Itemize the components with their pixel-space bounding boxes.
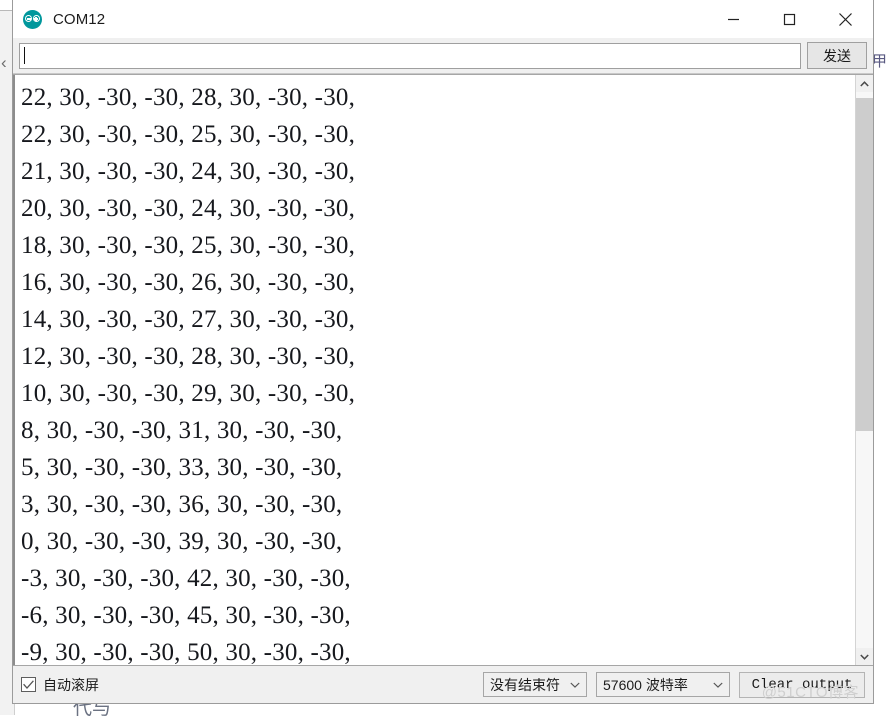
output-line: 14, 30, -30, -30, 27, 30, -30, -30, [21, 301, 855, 338]
baud-rate-select[interactable]: 57600 波特率 [596, 672, 730, 697]
bottom-toolbar: 自动滚屏 没有结束符 57600 波特率 [13, 666, 873, 703]
clear-output-button[interactable]: Clear output [739, 672, 865, 698]
output-line: 20, 30, -30, -30, 24, 30, -30, -30, [21, 190, 855, 227]
output-line: 12, 30, -30, -30, 28, 30, -30, -30, [21, 338, 855, 375]
scroll-up-button[interactable] [856, 75, 873, 92]
autoscroll-checkbox-box[interactable] [21, 677, 36, 692]
line-ending-value: 没有结束符 [490, 675, 560, 695]
output-area: 22, 30, -30, -30, 28, 30, -30, -30,22, 3… [13, 74, 873, 666]
chevron-down-icon [860, 654, 869, 660]
baud-rate-value: 57600 波特率 [603, 675, 688, 695]
output-line: 3, 30, -30, -30, 36, 30, -30, -30, [21, 486, 855, 523]
serial-output-text[interactable]: 22, 30, -30, -30, 28, 30, -30, -30,22, 3… [13, 75, 855, 665]
command-input[interactable] [19, 43, 801, 69]
output-line: 0, 30, -30, -30, 39, 30, -30, -30, [21, 523, 855, 560]
serial-monitor-window: COM12 [12, 0, 874, 704]
background-left-chevron-icon: ‹ [1, 54, 7, 71]
output-line: 8, 30, -30, -30, 31, 30, -30, -30, [21, 412, 855, 449]
output-line: -6, 30, -30, -30, 45, 30, -30, -30, [21, 597, 855, 634]
output-line: 22, 30, -30, -30, 28, 30, -30, -30, [21, 79, 855, 116]
output-line: -3, 30, -30, -30, 42, 30, -30, -30, [21, 560, 855, 597]
window-controls [705, 0, 873, 38]
line-ending-select[interactable]: 没有结束符 [483, 672, 587, 697]
output-line: -9, 30, -30, -30, 50, 30, -30, -30, [21, 634, 855, 665]
maximize-button[interactable] [761, 0, 817, 38]
output-line: 10, 30, -30, -30, 29, 30, -30, -30, [21, 375, 855, 412]
scrollbar-thumb[interactable] [856, 98, 873, 432]
minimize-button[interactable] [705, 0, 761, 38]
window-titlebar: COM12 [13, 0, 873, 38]
scrollbar-track[interactable] [856, 92, 873, 648]
maximize-icon [783, 13, 796, 26]
send-button[interactable]: 发送 [807, 42, 867, 69]
chevron-up-icon [860, 81, 869, 87]
autoscroll-checkbox[interactable]: 自动滚屏 [21, 675, 99, 695]
send-row: 发送 [13, 38, 873, 74]
output-line: 21, 30, -30, -30, 24, 30, -30, -30, [21, 153, 855, 190]
desktop-background: ‹ 甲 代与 COM12 [0, 0, 886, 715]
scroll-down-button[interactable] [856, 648, 873, 665]
output-line: 16, 30, -30, -30, 26, 30, -30, -30, [21, 264, 855, 301]
output-line: 5, 30, -30, -30, 33, 30, -30, -30, [21, 449, 855, 486]
arduino-logo-icon [23, 10, 42, 29]
chevron-down-icon [713, 679, 723, 691]
minimize-icon [727, 13, 740, 26]
output-scrollbar[interactable] [855, 75, 873, 665]
bottom-toolbar-controls: 没有结束符 57600 波特率 Clear outpu [483, 672, 865, 698]
chevron-down-icon [570, 679, 580, 691]
background-sliver-topleft [0, 0, 12, 11]
close-button[interactable] [817, 0, 873, 38]
close-icon [838, 12, 853, 27]
window-title: COM12 [53, 11, 105, 28]
text-caret [24, 47, 25, 64]
autoscroll-label: 自动滚屏 [43, 675, 99, 695]
checkmark-icon [23, 680, 34, 689]
output-line: 18, 30, -30, -30, 25, 30, -30, -30, [21, 227, 855, 264]
output-line: 22, 30, -30, -30, 25, 30, -30, -30, [21, 116, 855, 153]
background-right-glyph: 甲 [872, 54, 886, 69]
